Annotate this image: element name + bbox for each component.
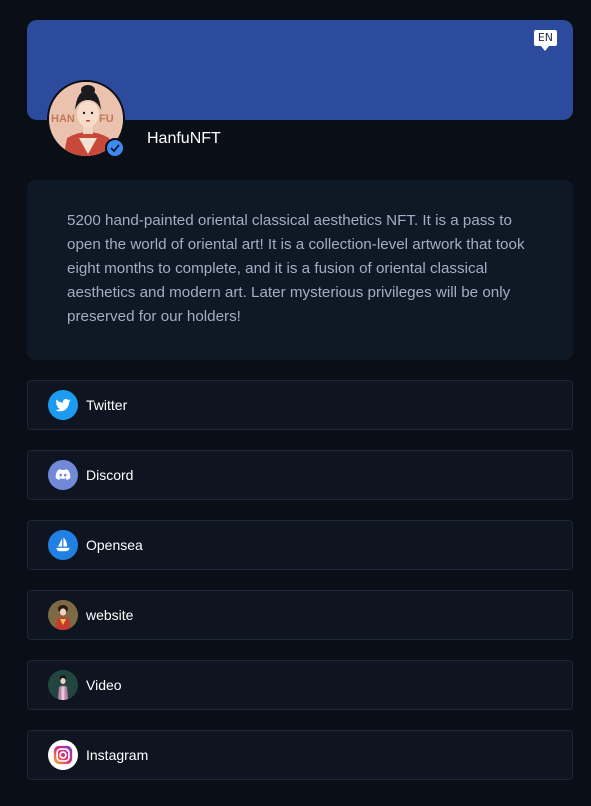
instagram-icon xyxy=(48,740,78,770)
link-list: Twitter Discord Opensea website Video In… xyxy=(27,380,573,800)
svg-text:FU: FU xyxy=(99,113,114,125)
language-switch-button[interactable]: EN xyxy=(533,30,557,51)
link-label: Twitter xyxy=(86,397,128,413)
link-label: Video xyxy=(86,677,122,693)
link-twitter[interactable]: Twitter xyxy=(27,380,573,430)
opensea-icon xyxy=(48,530,78,560)
bio-card: 5200 hand-painted oriental classical aes… xyxy=(27,180,573,360)
twitter-icon xyxy=(48,390,78,420)
discord-icon xyxy=(48,460,78,490)
verified-icon xyxy=(105,138,125,158)
link-label: Instagram xyxy=(86,747,149,763)
link-opensea[interactable]: Opensea xyxy=(27,520,573,570)
bio-text: 5200 hand-painted oriental classical aes… xyxy=(67,212,525,325)
profile-name: HanfuNFT xyxy=(147,130,221,147)
link-website[interactable]: website xyxy=(27,590,573,640)
link-discord[interactable]: Discord xyxy=(27,450,573,500)
video-icon xyxy=(48,670,78,700)
link-label: Opensea xyxy=(86,537,143,553)
website-icon xyxy=(48,600,78,630)
link-video[interactable]: Video xyxy=(27,660,573,710)
svg-text:HAN: HAN xyxy=(51,113,75,125)
link-instagram[interactable]: Instagram xyxy=(27,730,573,780)
link-label: Discord xyxy=(86,467,134,483)
link-label: website xyxy=(86,607,134,623)
